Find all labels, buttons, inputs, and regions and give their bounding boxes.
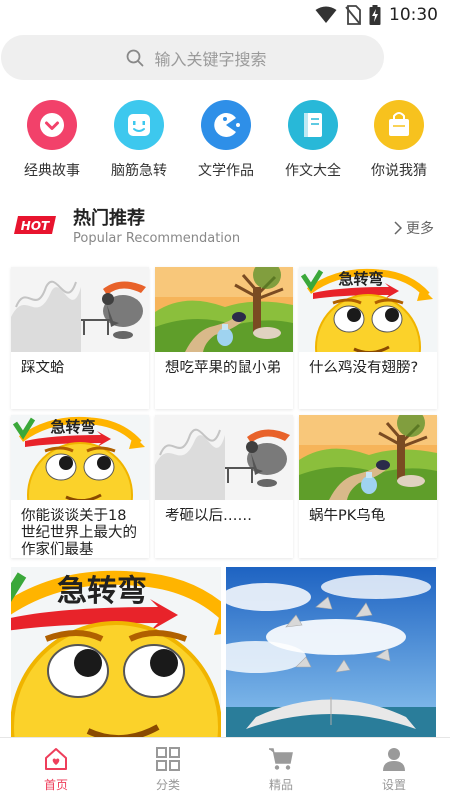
search-bar[interactable]: 输入关键字搜索 xyxy=(1,35,384,80)
clock: 10:30 xyxy=(389,5,438,25)
emoji-banner-text: 急转弯 xyxy=(50,418,95,436)
story-card-title: 考砸以后…… xyxy=(165,508,252,524)
pacman-icon xyxy=(201,100,251,150)
featured-card[interactable] xyxy=(226,567,436,737)
tab-label: 精品 xyxy=(268,778,293,792)
tab-settings[interactable]: 设置 xyxy=(338,746,450,793)
category-guessing[interactable]: 你说我猜 xyxy=(359,100,439,180)
search-icon xyxy=(127,49,144,66)
story-card-title: 想吃苹果的鼠小弟 xyxy=(165,360,281,376)
category-label: 脑筋急转 xyxy=(111,163,167,179)
tab-featured[interactable]: 精品 xyxy=(225,746,337,793)
story-card-image xyxy=(155,267,293,352)
no-sim-icon xyxy=(345,5,361,25)
status-bar: 10:30 xyxy=(0,0,450,32)
more-label: 更多 xyxy=(406,221,434,237)
grid-icon xyxy=(156,747,180,771)
category-literature[interactable]: 文学作品 xyxy=(186,100,266,180)
more-link[interactable]: 更多 xyxy=(394,218,434,238)
hot-badge-text: HOT xyxy=(21,219,50,233)
featured-card[interactable]: 急转弯 xyxy=(11,567,221,737)
notebook-icon xyxy=(288,100,338,150)
search-input[interactable]: 输入关键字搜索 xyxy=(154,46,266,70)
status-icons: 10:30 xyxy=(315,5,438,25)
story-card[interactable]: 急转弯 什么鸡没有翅膀? xyxy=(299,267,437,409)
story-card-title: 你能谈谈关于18世纪世界上最大的作家们最基 xyxy=(21,508,137,558)
robot-face-icon xyxy=(114,100,164,150)
category-label: 文学作品 xyxy=(198,163,254,179)
category-label: 作文大全 xyxy=(285,163,341,179)
story-card-image xyxy=(299,415,437,500)
story-card-title: 蜗牛PK乌龟 xyxy=(309,508,386,524)
shopping-bag-icon xyxy=(374,100,424,150)
story-card-image: 急转弯 xyxy=(299,267,437,352)
story-card-title: 踩文蛤 xyxy=(21,360,65,376)
section-header: HOT 热门推荐 Popular Recommendation 更多 xyxy=(0,204,450,254)
story-card[interactable]: 蜗牛PK乌龟 xyxy=(299,415,437,558)
section-subtitle: Popular Recommendation xyxy=(73,231,241,246)
category-brain-teasers[interactable]: 脑筋急转 xyxy=(99,100,179,180)
story-card-image: 急转弯 xyxy=(11,415,149,500)
user-icon xyxy=(383,748,405,771)
chevron-down-icon xyxy=(27,100,77,150)
cart-icon xyxy=(269,748,293,770)
home-icon xyxy=(45,748,67,770)
bottom-tab-bar: 首页 分类 精品 设置 xyxy=(0,737,450,800)
battery-charging-icon xyxy=(369,5,381,25)
category-label: 你说我猜 xyxy=(371,163,427,179)
story-card-image xyxy=(11,267,149,352)
featured-card-image: 急转弯 xyxy=(11,567,221,737)
story-card[interactable]: 考砸以后…… xyxy=(155,415,293,558)
story-card[interactable]: 想吃苹果的鼠小弟 xyxy=(155,267,293,409)
chevron-right-icon xyxy=(394,221,402,235)
tab-home[interactable]: 首页 xyxy=(0,746,112,793)
featured-card-image xyxy=(226,567,436,737)
hot-badge: HOT xyxy=(14,214,58,240)
tab-label: 设置 xyxy=(381,778,406,792)
emoji-banner-text: 急转弯 xyxy=(338,270,383,288)
story-card[interactable]: 急转弯 你能谈谈关于18世纪世界上最大的作家们最基 xyxy=(11,415,149,558)
category-row: 经典故事 脑筋急转 文学作品 作文大全 你说我猜 xyxy=(0,100,450,180)
story-card-title: 什么鸡没有翅膀? xyxy=(309,360,419,376)
category-essays[interactable]: 作文大全 xyxy=(273,100,353,180)
story-card[interactable]: 踩文蛤 xyxy=(11,267,149,409)
tab-label: 分类 xyxy=(155,778,180,792)
category-label: 经典故事 xyxy=(24,163,80,179)
tab-label: 首页 xyxy=(43,778,68,792)
wifi-icon xyxy=(315,6,337,23)
emoji-banner-text: 急转弯 xyxy=(57,574,147,609)
tab-categories[interactable]: 分类 xyxy=(112,746,224,793)
story-card-image xyxy=(155,415,293,500)
category-classic-stories[interactable]: 经典故事 xyxy=(12,100,92,180)
section-title: 热门推荐 xyxy=(73,208,145,229)
